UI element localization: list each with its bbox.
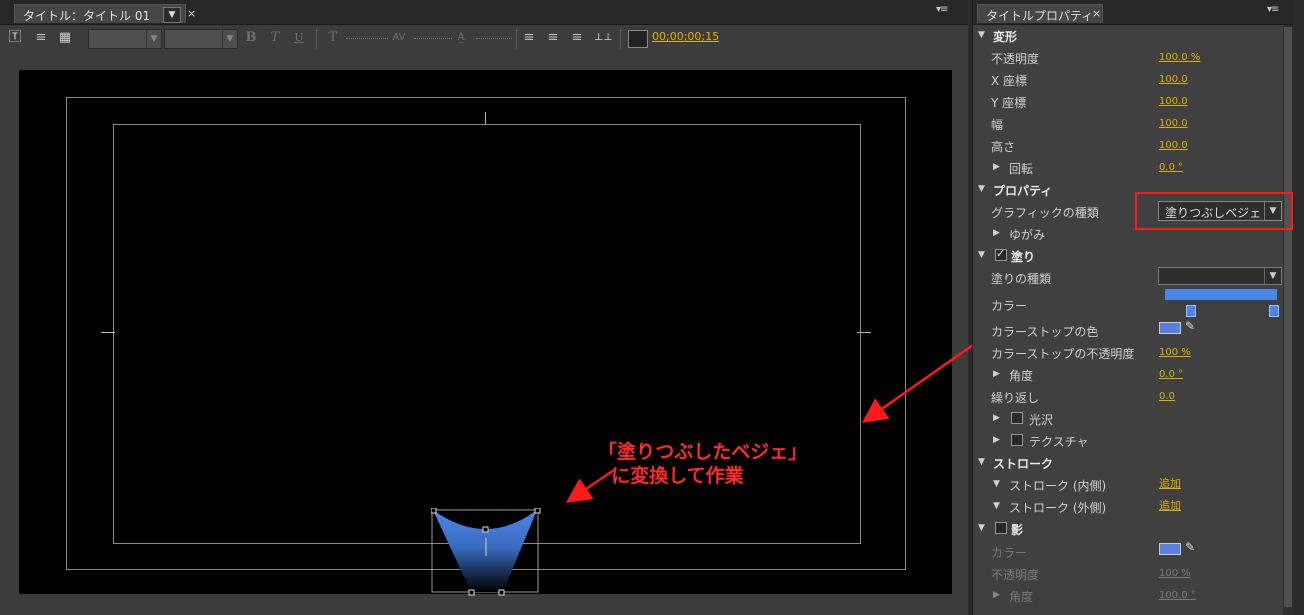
- shadow-angle-label: 角度: [1009, 590, 1034, 604]
- shadow-angle-value[interactable]: 100.0 °: [1159, 590, 1196, 601]
- distort-label: ゆがみ: [1009, 228, 1046, 242]
- expand-triangle-icon[interactable]: ▼: [978, 457, 985, 467]
- collapsed-triangle-icon[interactable]: ▶: [993, 162, 1000, 172]
- expand-triangle-icon[interactable]: ▼: [993, 501, 1000, 511]
- eyedropper-icon[interactable]: ✎: [1185, 540, 1195, 554]
- expand-triangle-icon[interactable]: ▼: [978, 30, 985, 40]
- angle-value[interactable]: 0.0 °: [1159, 369, 1183, 380]
- repeat-label: 繰り返し: [991, 391, 1040, 405]
- chevron-down-icon: ▼: [1264, 268, 1281, 284]
- fill-type-label: 塗りの種類: [991, 272, 1052, 286]
- stop-opacity-label: カラーストップの不透明度: [991, 347, 1135, 361]
- color-stop-left[interactable]: [1186, 305, 1196, 317]
- section-fill[interactable]: 塗り: [1011, 248, 1035, 265]
- properties-tab[interactable]: タイトルプロパティ ×: [977, 4, 1103, 23]
- sheen-checkbox[interactable]: [1011, 412, 1023, 424]
- texture-label: テクスチャ: [1029, 435, 1089, 449]
- height-value[interactable]: 100.0: [1159, 140, 1188, 151]
- sheen-label: 光沢: [1029, 413, 1054, 427]
- x-position-label: X 座標: [991, 74, 1028, 88]
- expand-triangle-icon[interactable]: ▼: [978, 184, 985, 194]
- collapsed-triangle-icon[interactable]: ▶: [993, 228, 1000, 238]
- annotation-arrow-to-shape: [565, 468, 615, 503]
- y-position-label: Y 座標: [991, 96, 1027, 110]
- gradient-bar[interactable]: [1165, 289, 1277, 300]
- stop-opacity-value[interactable]: 100 %: [1159, 347, 1191, 358]
- height-label: 高さ: [991, 140, 1016, 154]
- graphic-type-label: グラフィックの種類: [991, 206, 1099, 220]
- width-value[interactable]: 100.0: [1159, 118, 1188, 129]
- section-properties[interactable]: プロパティ: [993, 182, 1052, 199]
- collapsed-triangle-icon[interactable]: ▶: [993, 590, 1000, 600]
- outer-stroke-add-link[interactable]: 追加: [1159, 497, 1181, 513]
- expand-triangle-icon[interactable]: ▼: [978, 523, 985, 533]
- section-shadow[interactable]: 影: [1011, 521, 1023, 538]
- y-position-value[interactable]: 100.0: [1159, 96, 1188, 107]
- annotation-highlight-box: [1135, 192, 1293, 230]
- eyedropper-icon[interactable]: ✎: [1185, 319, 1195, 333]
- scrollbar-thumb[interactable]: [1284, 27, 1292, 607]
- expand-triangle-icon[interactable]: ▼: [978, 250, 985, 260]
- inner-stroke-label: ストローク (内側): [1009, 479, 1107, 493]
- properties-tab-close-icon[interactable]: ×: [1092, 7, 1101, 20]
- texture-checkbox[interactable]: [1011, 434, 1023, 446]
- fill-color-label: カラー: [991, 299, 1028, 313]
- section-stroke[interactable]: ストローク: [993, 455, 1053, 472]
- stop-color-swatch[interactable]: [1159, 322, 1181, 334]
- shadow-color-label: カラー: [991, 546, 1028, 560]
- expand-triangle-icon[interactable]: ▼: [993, 479, 1000, 489]
- shadow-checkbox[interactable]: [995, 522, 1007, 534]
- angle-label: 角度: [1009, 369, 1034, 383]
- inner-stroke-add-link[interactable]: 追加: [1159, 475, 1181, 491]
- collapsed-triangle-icon[interactable]: ▶: [993, 413, 1000, 423]
- x-position-value[interactable]: 100.0: [1159, 74, 1188, 85]
- outer-stroke-label: ストローク (外側): [1009, 501, 1107, 515]
- shadow-opacity-label: 不透明度: [991, 568, 1040, 582]
- color-stop-right[interactable]: [1269, 305, 1279, 317]
- shadow-color-swatch[interactable]: [1159, 543, 1181, 555]
- title-properties-panel: タイトルプロパティ × ▾≡ ▼ 変形 不透明度 100.0 % X 座標 10…: [972, 0, 1293, 615]
- repeat-value[interactable]: 0.0: [1159, 391, 1175, 402]
- opacity-label: 不透明度: [991, 52, 1040, 66]
- opacity-value[interactable]: 100.0 %: [1159, 52, 1200, 63]
- collapsed-triangle-icon[interactable]: ▶: [993, 435, 1000, 445]
- shadow-opacity-value[interactable]: 100 %: [1159, 568, 1191, 579]
- fill-type-dropdown[interactable]: ▼: [1158, 267, 1282, 285]
- properties-tab-label: タイトルプロパティ: [986, 9, 1094, 23]
- properties-tab-strip: タイトルプロパティ × ▾≡: [973, 0, 1293, 25]
- rotation-value[interactable]: 0.0 °: [1159, 162, 1183, 173]
- fill-checkbox[interactable]: [995, 247, 1007, 261]
- stop-color-label: カラーストップの色: [991, 325, 1099, 339]
- rotation-label: 回転: [1009, 162, 1034, 176]
- collapsed-triangle-icon[interactable]: ▶: [993, 369, 1000, 379]
- section-transform[interactable]: 変形: [993, 28, 1017, 45]
- properties-scrollbar[interactable]: [1283, 25, 1293, 615]
- width-label: 幅: [991, 118, 1004, 132]
- panel-menu-icon[interactable]: ▾≡: [1267, 4, 1279, 15]
